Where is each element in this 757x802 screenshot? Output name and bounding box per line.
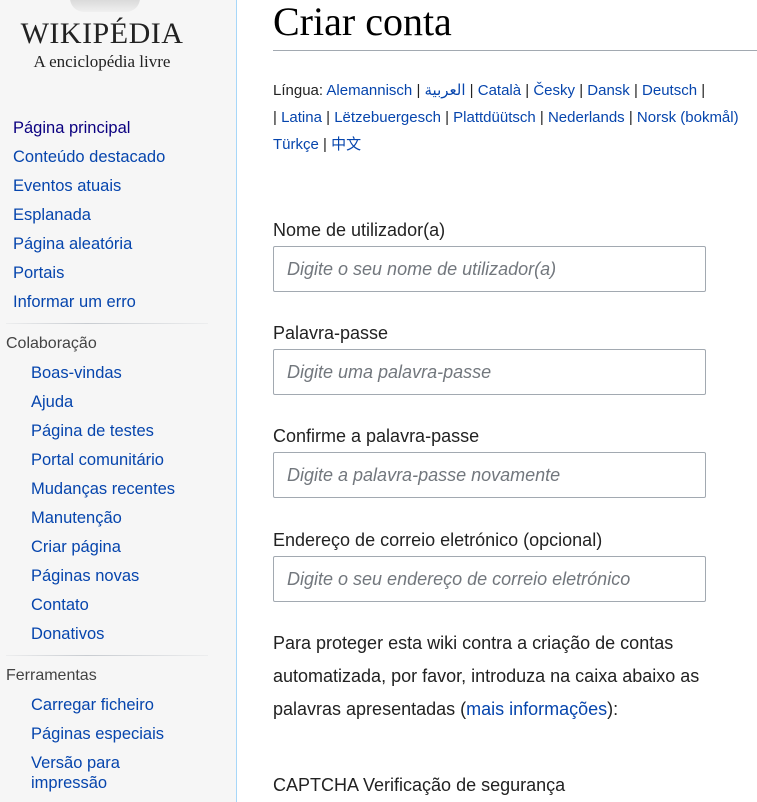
language-link[interactable]: Català xyxy=(478,82,521,99)
main-navigation: Página principal Conteúdo destacado Even… xyxy=(13,114,165,317)
more-info-link[interactable]: mais informações xyxy=(466,699,607,719)
nav-item-help[interactable]: Ajuda xyxy=(31,393,73,411)
nav-item-printable-version[interactable]: Versão para impressão xyxy=(31,754,120,792)
password-confirm-label: Confirme a palavra-passe xyxy=(273,426,480,446)
language-link[interactable]: العربية xyxy=(425,82,466,99)
portal-divider xyxy=(6,655,208,656)
nav-item-report-error[interactable]: Informar um erro xyxy=(13,293,136,311)
language-label: Língua: xyxy=(273,82,324,99)
collaboration-list: Boas-vindas Ajuda Página de testes Porta… xyxy=(31,359,175,649)
portal-heading-tools: Ferramentas xyxy=(6,667,97,684)
main-content: Criar conta Língua: Alemannisch | العربي… xyxy=(273,0,757,802)
nav-item-recent-changes[interactable]: Mudanças recentes xyxy=(31,480,175,498)
nav-item-donations[interactable]: Donativos xyxy=(31,625,104,643)
nav-item-upload-file[interactable]: Carregar ficheiro xyxy=(31,696,154,714)
language-link[interactable]: Plattdüütsch xyxy=(453,109,536,126)
captcha-text-after: ): xyxy=(607,699,619,719)
page-title: Criar conta xyxy=(273,0,757,51)
captcha-heading: CAPTCHA Verificação de segurança xyxy=(273,775,566,795)
nav-item-new-pages[interactable]: Páginas novas xyxy=(31,567,139,585)
nav-item-special-pages[interactable]: Páginas especiais xyxy=(31,725,164,743)
language-links: Língua: Alemannisch | العربية | Català |… xyxy=(273,77,757,158)
language-link[interactable]: Dansk xyxy=(587,82,630,99)
nav-item-main-page[interactable]: Página principal xyxy=(13,119,130,137)
captcha-instructions: Para proteger esta wiki contra a criação… xyxy=(273,627,713,726)
username-label: Nome de utilizador(a) xyxy=(273,220,446,240)
language-link[interactable]: Norsk (bokmål) xyxy=(637,109,739,126)
language-link[interactable]: Türkçe xyxy=(273,136,319,153)
sidebar: WIKIPÉDIA A enciclopédia livre Página pr… xyxy=(0,0,237,802)
tools-list: Carregar ficheiro Páginas especiais Vers… xyxy=(31,691,164,793)
nav-item-portals[interactable]: Portais xyxy=(13,264,64,282)
password-confirm-input[interactable] xyxy=(273,452,706,498)
username-input[interactable] xyxy=(273,246,706,292)
portal-heading-collaboration: Colaboração xyxy=(6,335,97,352)
nav-item-community-portal[interactable]: Portal comunitário xyxy=(31,451,164,469)
email-input[interactable] xyxy=(273,556,706,602)
nav-item-welcome[interactable]: Boas-vindas xyxy=(31,364,122,382)
nav-item-maintenance[interactable]: Manutenção xyxy=(31,509,122,527)
nav-item-featured-content[interactable]: Conteúdo destacado xyxy=(13,148,165,166)
logo-tagline: A enciclopédia livre xyxy=(33,52,171,71)
password-label: Palavra-passe xyxy=(273,323,389,343)
email-label: Endereço de correio eletrónico (opcional… xyxy=(273,530,603,550)
nav-item-create-page[interactable]: Criar página xyxy=(31,538,121,556)
nav-item-sandbox[interactable]: Página de testes xyxy=(31,422,154,440)
language-link[interactable]: Česky xyxy=(533,82,575,99)
globe-logo-icon xyxy=(70,0,140,12)
language-link[interactable]: Latina xyxy=(281,109,322,126)
logo-wordmark: WIKIPÉDIA xyxy=(20,17,184,50)
language-link[interactable]: Lëtzebuergesch xyxy=(334,109,441,126)
portal-divider xyxy=(6,323,208,324)
language-link[interactable]: Deutsch xyxy=(642,82,697,99)
nav-item-contact[interactable]: Contato xyxy=(31,596,89,614)
password-input[interactable] xyxy=(273,349,706,395)
language-line-1: Língua: Alemannisch | العربية | Català |… xyxy=(273,82,706,99)
language-link[interactable]: 中文 xyxy=(331,136,361,153)
language-line-3: Türkçe | 中文 xyxy=(273,136,362,153)
nav-item-village-pump[interactable]: Esplanada xyxy=(13,206,91,224)
language-line-2: | Latina | Lëtzebuergesch | Plattdüütsch… xyxy=(273,109,739,126)
wikipedia-logo[interactable]: WIKIPÉDIA A enciclopédia livre xyxy=(0,0,236,100)
language-link[interactable]: Nederlands xyxy=(548,109,625,126)
nav-item-random-page[interactable]: Página aleatória xyxy=(13,235,132,253)
language-link[interactable]: Alemannisch xyxy=(326,82,412,99)
nav-item-current-events[interactable]: Eventos atuais xyxy=(13,177,121,195)
